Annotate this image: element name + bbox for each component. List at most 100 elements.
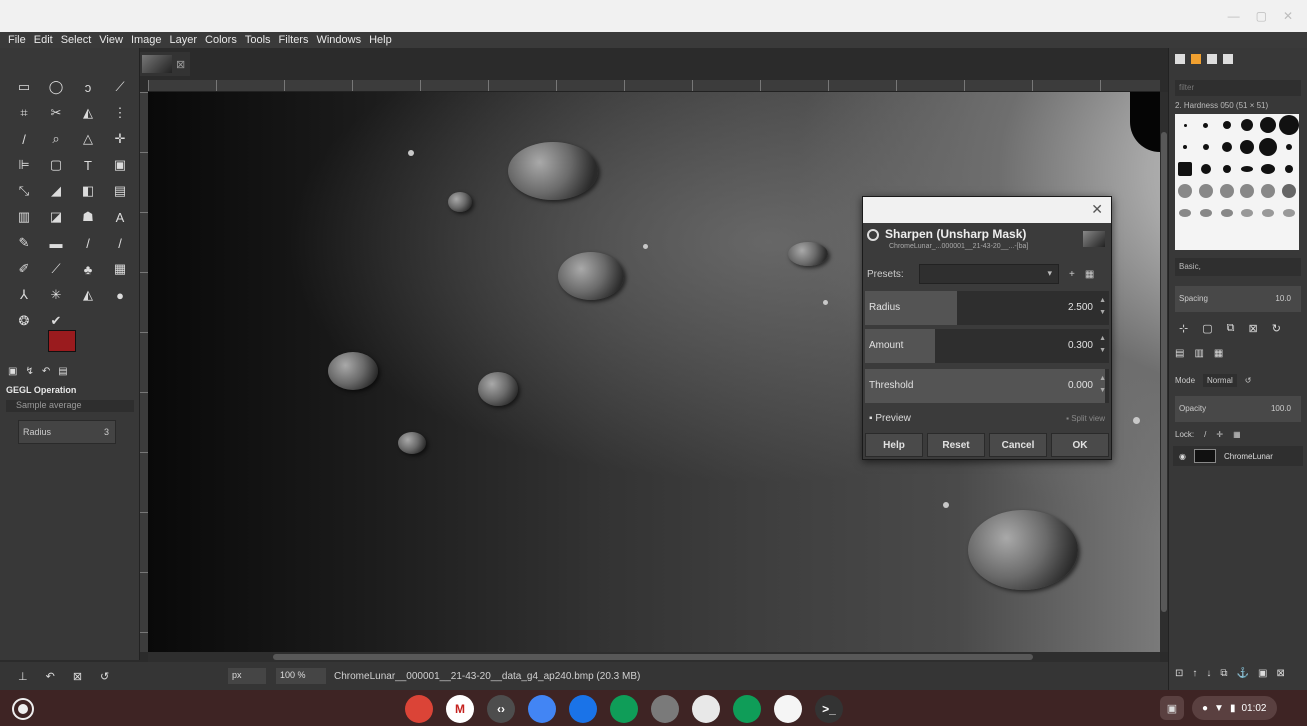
transform-icon[interactable]: ▢	[40, 152, 72, 178]
horizontal-scrollbar[interactable]	[148, 652, 1160, 662]
web-store-app-icon[interactable]	[692, 695, 720, 723]
speech-icon[interactable]: ❂	[8, 308, 40, 334]
align-icon[interactable]: ⊫	[8, 152, 40, 178]
lasso-icon[interactable]: ↄ	[72, 74, 104, 100]
delete-layer-icon[interactable]: ⊠	[1276, 668, 1284, 679]
close-icon[interactable]: ✕	[1091, 201, 1103, 218]
pencil-icon[interactable]: /	[72, 230, 104, 256]
paintbrush-icon[interactable]: ✎	[8, 230, 40, 256]
bucket-fill-icon[interactable]: ◪	[40, 204, 72, 230]
ink-icon[interactable]: ✐	[8, 256, 40, 282]
patterns-tab-icon[interactable]	[1191, 54, 1201, 64]
fuzzy-select-icon[interactable]: ⟋	[104, 74, 136, 100]
amount-param[interactable]: Amount 0.300 ▲ ▼	[865, 329, 1109, 363]
preset-menu-icon[interactable]: ▦	[1085, 269, 1094, 280]
cage-icon[interactable]: ▤	[104, 178, 136, 204]
spin-arrows-icon[interactable]: ▲ ▼	[1099, 333, 1106, 357]
color-swatches[interactable]	[48, 330, 90, 362]
horizontal-ruler[interactable]	[148, 80, 1160, 92]
gmail-app-icon[interactable]: M	[446, 695, 474, 723]
mypaint-icon[interactable]: ⟋	[40, 256, 72, 282]
text-tool-icon[interactable]: T	[72, 152, 104, 178]
add-preset-icon[interactable]: +	[1069, 269, 1075, 280]
visibility-eye-icon[interactable]: ◉	[1179, 452, 1186, 461]
lock-pixels-icon[interactable]: /	[1204, 430, 1206, 439]
mode-select[interactable]: Normal	[1203, 373, 1237, 387]
edit-brush-icon[interactable]: ⊹	[1179, 322, 1188, 335]
camera-app-icon[interactable]	[774, 695, 802, 723]
text-icon[interactable]: A	[104, 204, 136, 230]
save-options-icon[interactable]: ⊥	[18, 670, 28, 683]
docs-app-icon[interactable]	[528, 695, 556, 723]
foreground-select-icon[interactable]: ◭	[72, 100, 104, 126]
gimp-app-icon[interactable]	[651, 695, 679, 723]
mode-reset-icon[interactable]: ↺	[1245, 376, 1252, 385]
reset-icon[interactable]: ↺	[100, 670, 109, 683]
sample-average-option[interactable]: Sample average	[6, 400, 134, 412]
undo-icon[interactable]: ↶	[46, 670, 55, 683]
rect-select-icon[interactable]: ▭	[8, 74, 40, 100]
unit-select[interactable]: px	[228, 668, 266, 684]
smudge-icon[interactable]: ☗	[72, 204, 104, 230]
warp-icon[interactable]: ▣	[104, 152, 136, 178]
menu-select[interactable]: Select	[59, 34, 94, 46]
scissors-icon[interactable]: ✂	[40, 100, 72, 126]
preview-toggle[interactable]: ▪ Preview	[869, 413, 911, 424]
scroll-thumb[interactable]	[273, 654, 1033, 660]
lower-layer-icon[interactable]: ↓	[1206, 668, 1211, 679]
green-app-app-icon[interactable]	[733, 695, 761, 723]
documents-tab-icon[interactable]	[1223, 54, 1233, 64]
menu-filters[interactable]: Filters	[277, 34, 311, 46]
eraser-icon[interactable]: ▬	[40, 230, 72, 256]
files-app-icon[interactable]	[569, 695, 597, 723]
brush-grid[interactable]	[1175, 114, 1299, 250]
presets-select[interactable]: ▾	[919, 264, 1059, 284]
scroll-thumb[interactable]	[1161, 132, 1167, 612]
menu-file[interactable]: File	[6, 34, 28, 46]
spin-arrows-icon[interactable]: ▲ ▼	[1099, 295, 1106, 319]
terminal-dev-app-icon[interactable]: ‹›	[487, 695, 515, 723]
vertical-ruler[interactable]	[140, 92, 148, 652]
perspective-icon[interactable]: ◢	[40, 178, 72, 204]
heal-icon[interactable]: ▦	[104, 256, 136, 282]
spacing-field[interactable]: Spacing 10.0	[1175, 286, 1301, 312]
chrome-app-icon[interactable]	[405, 695, 433, 723]
menu-help[interactable]: Help	[367, 34, 394, 46]
lock-alpha-icon[interactable]: ▦	[1233, 430, 1241, 439]
unified-transform-icon[interactable]: ⤡	[8, 178, 40, 204]
status-area[interactable]: ● ▼ ▮ 01:02	[1192, 696, 1277, 720]
new-layer-icon[interactable]: ⊡	[1175, 668, 1183, 679]
param-field[interactable]: 0.300 ▲ ▼	[935, 329, 1109, 363]
radius-param[interactable]: Radius 2.500 ▲ ▼	[865, 291, 1109, 325]
brush-filter-input[interactable]: filter	[1175, 80, 1301, 96]
zoom-icon[interactable]: ⌕	[40, 126, 72, 152]
paths-tab-icon[interactable]: ▦	[1214, 348, 1223, 359]
paths-icon[interactable]: ⋮	[104, 100, 136, 126]
clone-icon[interactable]: ♣	[72, 256, 104, 282]
radius-field[interactable]: Radius 3	[18, 420, 116, 444]
launcher-icon[interactable]	[14, 700, 32, 718]
help-button[interactable]: Help	[865, 433, 923, 457]
threshold-param[interactable]: Threshold 0.000 ▲ ▼	[865, 369, 1109, 403]
holding-space-icon[interactable]: ▣	[1160, 696, 1184, 720]
layers-tab-icon[interactable]: ▤	[1175, 348, 1184, 359]
fonts-tab-icon[interactable]	[1207, 54, 1217, 64]
menu-colors[interactable]: Colors	[203, 34, 239, 46]
move-icon[interactable]: ✛	[104, 126, 136, 152]
dodge-icon[interactable]: ⅄	[8, 282, 40, 308]
anchor-icon[interactable]: ⚓	[1237, 668, 1249, 679]
image-tab[interactable]: ⊠	[140, 52, 190, 76]
lock-position-icon[interactable]: ✛	[1216, 430, 1223, 439]
split-view-checkbox[interactable]: ▪ Split view	[1066, 414, 1105, 423]
close-image-icon[interactable]: ⊠	[176, 58, 185, 71]
dialog-titlebar[interactable]: ✕	[863, 197, 1111, 223]
foreground-color[interactable]	[48, 330, 76, 352]
color-picker-icon[interactable]: /	[8, 126, 40, 152]
ellipse-select-icon[interactable]: ◯	[40, 74, 72, 100]
delete-brush-icon[interactable]: ⊠	[1248, 322, 1257, 335]
maximize-icon[interactable]: ▢	[1256, 9, 1267, 23]
brushes-tab-icon[interactable]	[1175, 54, 1185, 64]
spin-arrows-icon[interactable]: ▲ ▼	[1099, 373, 1106, 397]
brush-preset-select[interactable]: Basic,	[1175, 258, 1301, 276]
mask-icon[interactable]: ▣	[1258, 668, 1267, 679]
